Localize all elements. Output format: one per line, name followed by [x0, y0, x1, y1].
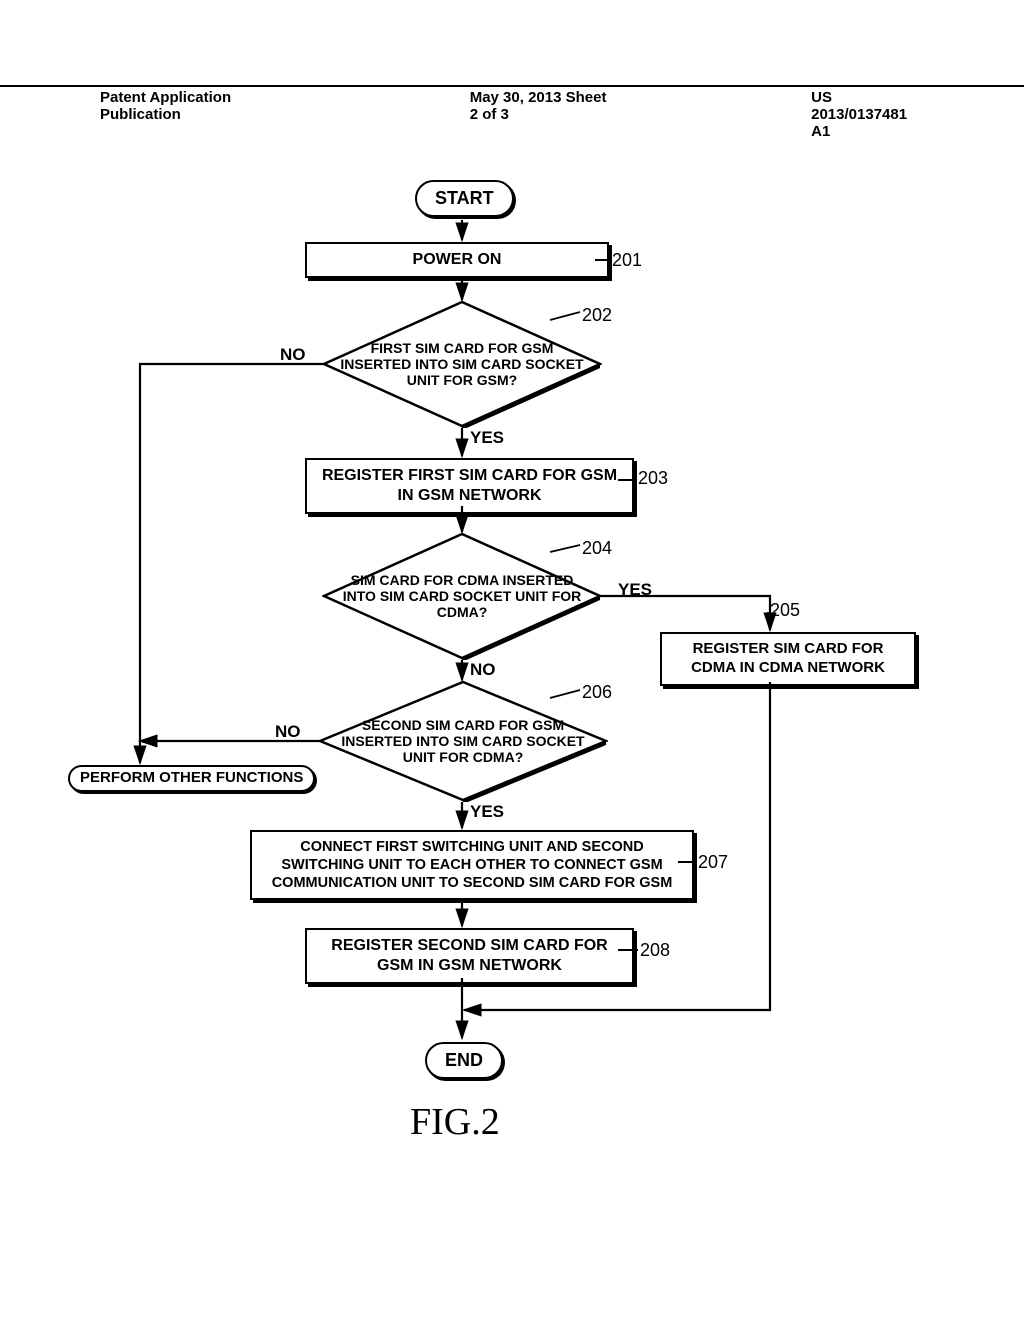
process-register-cdma: REGISTER SIM CARD FOR CDMA IN CDMA NETWO…	[660, 632, 916, 686]
label-no-3: NO	[275, 722, 301, 742]
other-functions-terminator: PERFORM OTHER FUNCTIONS	[68, 765, 315, 792]
process-register-second-gsm: REGISTER SECOND SIM CARD FOR GSM IN GSM …	[305, 928, 634, 984]
ref-204: 204	[582, 538, 612, 559]
end-terminator: END	[425, 1042, 503, 1079]
ref-205: 205	[770, 600, 800, 621]
label-no-2: NO	[470, 660, 496, 680]
ref-206: 206	[582, 682, 612, 703]
label-yes-3: YES	[470, 802, 504, 822]
page-header: Patent Application Publication May 30, 2…	[0, 85, 1024, 140]
header-center: May 30, 2013 Sheet 2 of 3	[370, 89, 711, 140]
decision-text: FIRST SIM CARD FOR GSM INSERTED INTO SIM…	[340, 314, 584, 414]
label-yes-2: YES	[618, 580, 652, 600]
decision-second-sim-gsm: SECOND SIM CARD FOR GSM INSERTED INTO SI…	[318, 680, 608, 802]
decision-sim-cdma: SIM CARD FOR CDMA INSERTED INTO SIM CARD…	[322, 532, 602, 660]
ref-207: 207	[698, 852, 728, 873]
label-no-1: NO	[280, 345, 306, 365]
ref-208: 208	[640, 940, 670, 961]
ref-201: 201	[612, 250, 642, 271]
header-right: US 2013/0137481 A1	[711, 89, 1024, 140]
start-terminator: START	[415, 180, 514, 217]
decision-first-sim-gsm: FIRST SIM CARD FOR GSM INSERTED INTO SIM…	[322, 300, 602, 428]
process-power-on: POWER ON	[305, 242, 609, 278]
figure-label: FIG.2	[410, 1100, 500, 1144]
ref-202: 202	[582, 305, 612, 326]
process-register-first-gsm: REGISTER FIRST SIM CARD FOR GSM IN GSM N…	[305, 458, 634, 514]
decision-text: SIM CARD FOR CDMA INSERTED INTO SIM CARD…	[340, 546, 584, 646]
ref-203: 203	[638, 468, 668, 489]
decision-text: SECOND SIM CARD FOR GSM INSERTED INTO SI…	[336, 694, 590, 788]
header-left: Patent Application Publication	[0, 89, 370, 140]
label-yes-1: YES	[470, 428, 504, 448]
process-connect-switching: CONNECT FIRST SWITCHING UNIT AND SECOND …	[250, 830, 694, 900]
